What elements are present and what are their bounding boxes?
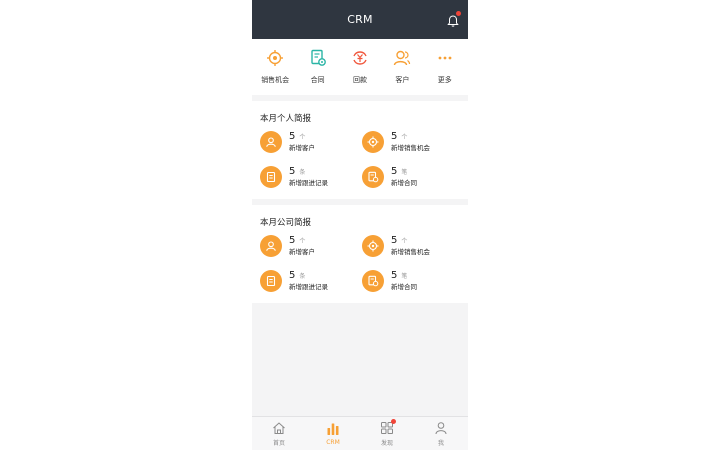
stat-label: 新增客户 bbox=[289, 143, 315, 152]
stat-value: 5 bbox=[289, 165, 296, 177]
target-icon bbox=[362, 130, 384, 153]
quick-item-payment[interactable]: 回款 bbox=[340, 49, 380, 95]
bar-chart-icon bbox=[327, 423, 339, 435]
stat-new-customers[interactable]: 5个 新增客户 bbox=[260, 233, 362, 258]
stat-unit: 笔 bbox=[401, 168, 408, 176]
stat-unit: 个 bbox=[401, 237, 408, 245]
tab-discover[interactable]: 发现 bbox=[367, 418, 407, 447]
payment-icon bbox=[353, 51, 367, 65]
tab-label: 发现 bbox=[380, 439, 393, 447]
quick-label: 销售机会 bbox=[261, 76, 290, 84]
stat-value: 5 bbox=[289, 130, 296, 142]
stat-label: 新增销售机会 bbox=[391, 143, 430, 152]
company-report: 本月公司简报 5个 新增客户 5个 新增销售机会 5条 新增跟进记录 5 笔 新… bbox=[252, 205, 468, 303]
more-icon bbox=[438, 56, 452, 60]
stat-new-contracts[interactable]: 5笔 新增合同 bbox=[362, 268, 462, 293]
quick-label: 回款 bbox=[352, 76, 367, 84]
phone-screen: CRM 销售机会 合同 回款 客户 更多 本月个人简报 5 个 新增客户 5 个… bbox=[252, 0, 468, 450]
home-icon bbox=[273, 421, 285, 434]
stat-new-followups[interactable]: 5条 新增跟进记录 bbox=[260, 164, 362, 189]
target-icon bbox=[267, 50, 284, 66]
stats-grid: 5个 新增客户 5个 新增销售机会 5条 新增跟进记录 5 笔 新增合同 bbox=[260, 129, 460, 199]
tab-label: 我 bbox=[437, 439, 444, 447]
stat-unit: 个 bbox=[299, 133, 306, 141]
stat-label: 新增合同 bbox=[391, 178, 417, 187]
stat-unit: 笔 bbox=[401, 272, 408, 280]
stat-value: 5 bbox=[391, 130, 398, 142]
bell-icon[interactable] bbox=[446, 11, 461, 27]
stat-unit: 个 bbox=[299, 237, 306, 245]
contract-icon bbox=[362, 165, 384, 188]
stat-new-opportunities[interactable]: 5个 新增销售机会 bbox=[362, 129, 462, 154]
quick-item-opportunity[interactable]: 销售机会 bbox=[255, 49, 295, 95]
quick-item-contract[interactable]: 合同 bbox=[298, 49, 338, 95]
user-icon bbox=[435, 421, 447, 434]
stats-grid: 5个 新增客户 5个 新增销售机会 5条 新增跟进记录 5 笔 新增合同 bbox=[260, 233, 460, 303]
tab-home[interactable]: 首页 bbox=[259, 421, 299, 447]
stat-unit: 条 bbox=[299, 168, 306, 176]
stat-value: 5 bbox=[391, 269, 398, 281]
stat-label: 新增销售机会 bbox=[391, 247, 430, 256]
app-header: CRM bbox=[252, 0, 468, 39]
stat-unit: 条 bbox=[299, 272, 306, 280]
quick-item-more[interactable]: 更多 bbox=[425, 49, 465, 95]
stat-new-opportunities[interactable]: 5个 新增销售机会 bbox=[362, 233, 462, 258]
tab-crm[interactable]: CRM bbox=[313, 422, 353, 446]
customer-icon bbox=[394, 50, 411, 66]
tab-bar: 首页 CRM 发现 我 bbox=[252, 416, 468, 450]
tab-me[interactable]: 我 bbox=[421, 421, 461, 447]
stat-label: 新增跟进记录 bbox=[289, 178, 328, 187]
quick-label: 客户 bbox=[395, 76, 410, 84]
quick-label: 更多 bbox=[437, 76, 452, 84]
contract-icon bbox=[310, 49, 326, 66]
stat-value: 5 bbox=[289, 234, 296, 246]
quick-item-customer[interactable]: 客户 bbox=[382, 49, 422, 95]
personal-report: 本月个人简报 5个 新增客户 5个 新增销售机会 5条 新增跟进记录 5 笔 新… bbox=[252, 101, 468, 199]
header-title: CRM bbox=[347, 13, 373, 26]
tab-label: 首页 bbox=[272, 439, 285, 447]
notification-badge bbox=[391, 418, 396, 424]
stat-new-contracts[interactable]: 5笔 新增合同 bbox=[362, 164, 462, 189]
stat-value: 5 bbox=[391, 234, 398, 246]
stat-unit: 个 bbox=[401, 133, 408, 141]
section-title: 本月公司简报 bbox=[260, 218, 312, 228]
quick-menu: 销售机会 合同 回款 客户 更多 bbox=[252, 39, 468, 95]
section-title: 本月个人简报 bbox=[260, 114, 312, 124]
customer-icon bbox=[260, 130, 282, 153]
stat-label: 新增客户 bbox=[289, 247, 315, 256]
stat-new-customers[interactable]: 5个 新增客户 bbox=[260, 129, 362, 154]
stat-value: 5 bbox=[391, 165, 398, 177]
notification-badge bbox=[456, 11, 461, 16]
target-icon bbox=[362, 234, 384, 257]
contract-icon bbox=[362, 269, 384, 292]
customer-icon bbox=[260, 234, 282, 257]
stat-new-followups[interactable]: 5条 新增跟进记录 bbox=[260, 268, 362, 293]
quick-label: 合同 bbox=[310, 76, 325, 84]
record-icon bbox=[260, 165, 282, 188]
stat-label: 新增跟进记录 bbox=[289, 282, 328, 291]
stat-value: 5 bbox=[289, 269, 296, 281]
stat-label: 新增合同 bbox=[391, 282, 417, 291]
tab-label: CRM bbox=[326, 438, 340, 446]
record-icon bbox=[260, 269, 282, 292]
